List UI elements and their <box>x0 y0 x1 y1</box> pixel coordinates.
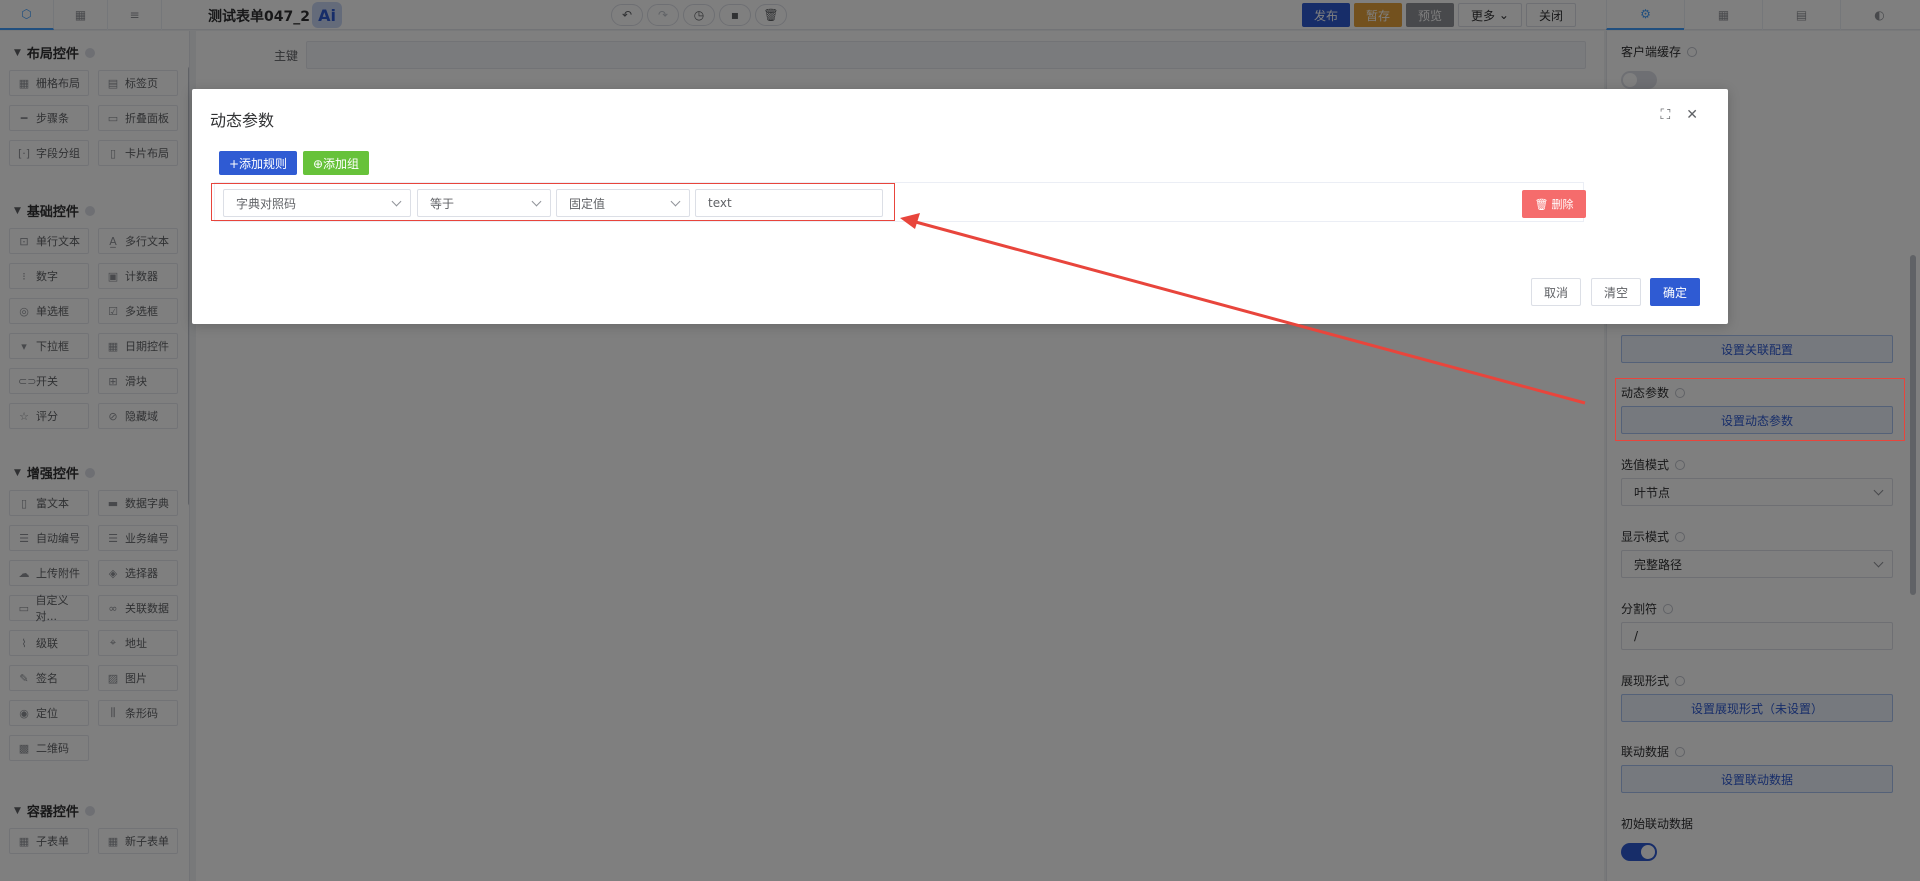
annotation-frame-dynamic-params <box>1615 378 1905 441</box>
delete-rule-button[interactable]: 🗑 删除 <box>1522 190 1586 218</box>
delete-label: 删除 <box>1551 198 1574 211</box>
annotation-frame-rule <box>211 183 895 221</box>
fullscreen-icon[interactable]: ⛶ <box>1660 107 1670 123</box>
cancel-button[interactable]: 取消 <box>1531 278 1581 306</box>
close-icon[interactable]: ✕ <box>1686 107 1698 123</box>
dialog-header-actions: ⛶ ✕ <box>1660 107 1698 123</box>
add-group-button[interactable]: ⊕添加组 <box>303 151 370 175</box>
dialog-title: 动态参数 <box>210 111 275 130</box>
add-rule-button[interactable]: +添加规则 <box>219 151 298 175</box>
clear-button[interactable]: 清空 <box>1591 278 1641 306</box>
trash-icon: 🗑 <box>1534 197 1549 211</box>
confirm-button[interactable]: 确定 <box>1650 278 1700 306</box>
